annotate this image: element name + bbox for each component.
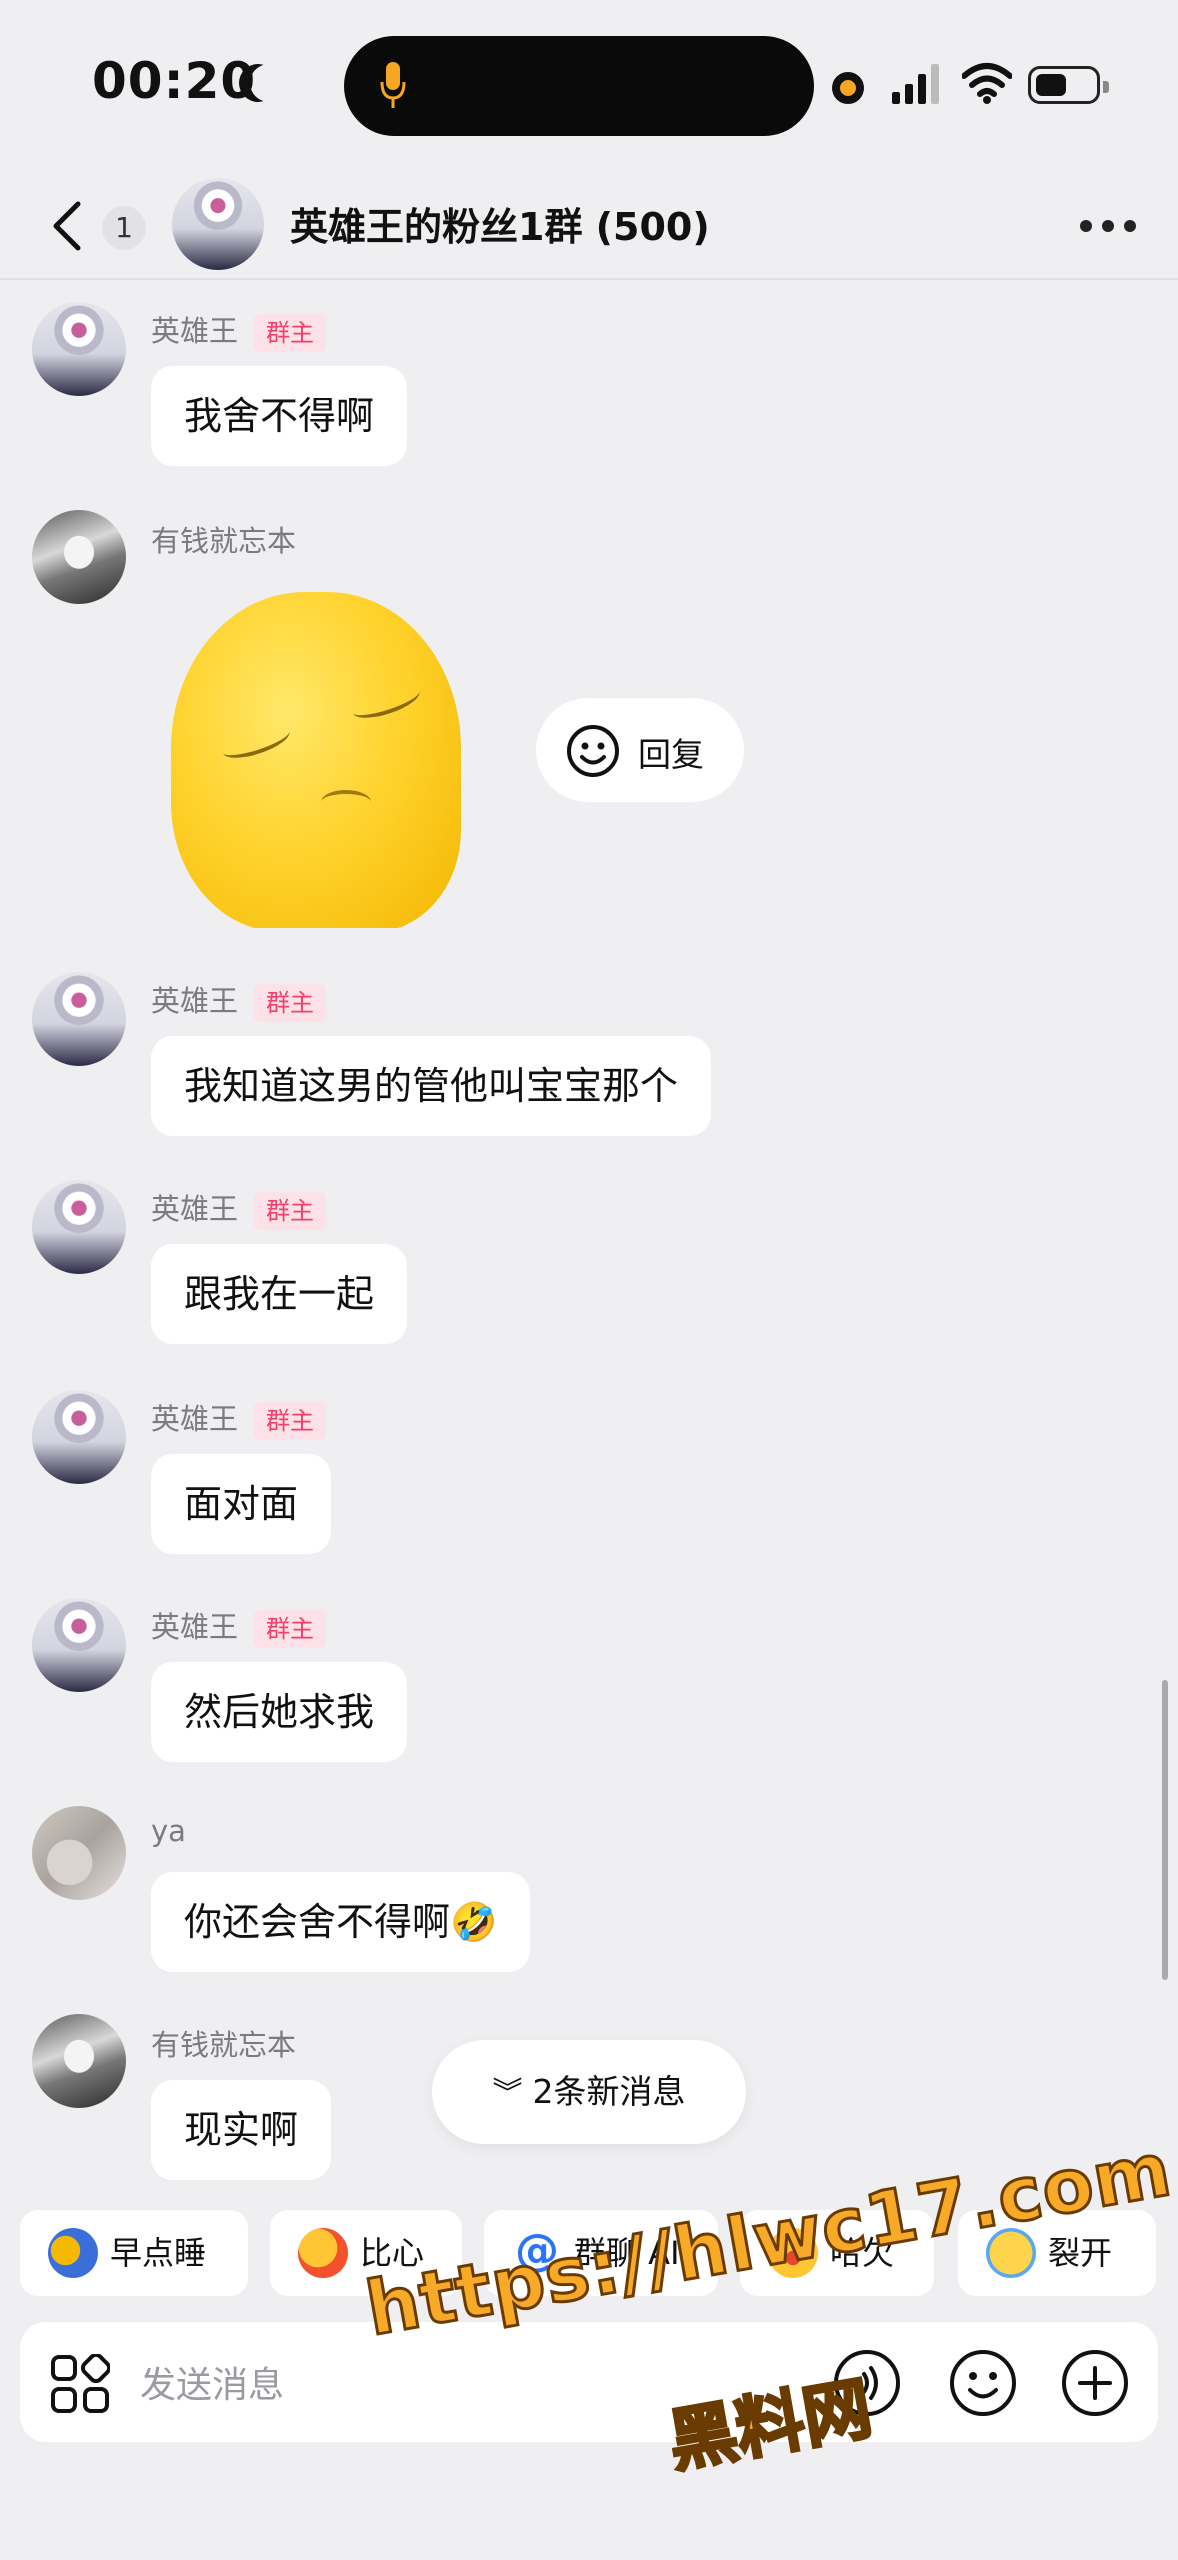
- sender-avatar[interactable]: [32, 1598, 126, 1692]
- message-input[interactable]: 发送消息: [140, 2356, 284, 2408]
- message-bubble[interactable]: 我舍不得啊: [151, 366, 408, 466]
- group-title[interactable]: 英雄王的粉丝1群 (500): [290, 196, 710, 251]
- smiley-icon: [567, 725, 619, 777]
- new-messages-label: 2条新消息: [532, 2072, 686, 2111]
- scrollbar[interactable]: [1162, 1680, 1168, 1980]
- recording-indicator-icon: [832, 72, 864, 104]
- status-bar: 00:20: [0, 0, 1178, 170]
- sender-name: 有钱就忘本: [151, 524, 297, 558]
- new-messages-button[interactable]: ︾ 2条新消息: [432, 2040, 746, 2144]
- owner-badge: 群主: [254, 984, 327, 1022]
- microphone-icon: [380, 62, 406, 108]
- unread-count-badge[interactable]: 1: [102, 206, 146, 250]
- more-options-icon[interactable]: [1080, 220, 1140, 234]
- sender-avatar[interactable]: [32, 1806, 126, 1900]
- emoji-icon[interactable]: [948, 2348, 1018, 2418]
- quick-reply-chip[interactable]: 早点睡: [20, 2210, 248, 2296]
- heart-hand-emoji-icon: [298, 2228, 348, 2278]
- apps-grid-icon[interactable]: [50, 2354, 110, 2414]
- sender-name: 有钱就忘本: [151, 2028, 297, 2062]
- owner-badge: 群主: [254, 1192, 327, 1230]
- sender-name: 英雄王 群主: [151, 1396, 327, 1440]
- sender-avatar[interactable]: [32, 972, 126, 1066]
- group-avatar[interactable]: [172, 178, 264, 270]
- sender-name: 英雄王 群主: [151, 1186, 327, 1230]
- status-time: 00:20: [92, 52, 257, 110]
- wifi-icon: [962, 63, 1012, 104]
- chip-label: 早点睡: [110, 2234, 207, 2272]
- double-chevron-down-icon: ︾: [492, 2076, 523, 2111]
- sender-avatar[interactable]: [32, 2014, 126, 2108]
- reply-button[interactable]: 回复: [536, 698, 744, 802]
- owner-badge: 群主: [254, 314, 327, 352]
- sender-name: 英雄王 群主: [151, 308, 327, 352]
- message-bubble[interactable]: 跟我在一起: [151, 1244, 408, 1344]
- sender-avatar[interactable]: [32, 1180, 126, 1274]
- sender-name: ya: [151, 1814, 186, 1848]
- reply-label: 回复: [638, 735, 704, 774]
- message-bubble[interactable]: 现实啊: [151, 2080, 332, 2180]
- sender-avatar[interactable]: [32, 510, 126, 604]
- owner-badge: 群主: [254, 1402, 327, 1440]
- message-bubble[interactable]: 我知道这男的管他叫宝宝那个: [151, 1036, 712, 1136]
- cellular-signal-icon: [892, 64, 939, 104]
- message-bubble[interactable]: 面对面: [151, 1454, 332, 1554]
- plus-icon[interactable]: [1060, 2348, 1130, 2418]
- back-arrow-icon[interactable]: [46, 200, 90, 252]
- message-bubble[interactable]: 你还会舍不得啊🤣: [151, 1872, 531, 1972]
- message-bubble[interactable]: 然后她求我: [151, 1662, 408, 1762]
- sender-name: 英雄王 群主: [151, 978, 327, 1022]
- message-input-bar: 发送消息: [20, 2322, 1158, 2442]
- sleep-emoji-icon: [48, 2228, 98, 2278]
- moon-icon: [250, 64, 288, 102]
- sender-avatar[interactable]: [32, 1390, 126, 1484]
- owner-badge: 群主: [254, 1610, 327, 1648]
- sender-avatar[interactable]: [32, 302, 126, 396]
- sender-name: 英雄王 群主: [151, 1604, 327, 1648]
- dynamic-island: [344, 36, 814, 136]
- chat-header: 1 英雄王的粉丝1群 (500): [0, 170, 1178, 280]
- sticker-image[interactable]: [151, 580, 503, 928]
- battery-icon: [1028, 66, 1109, 104]
